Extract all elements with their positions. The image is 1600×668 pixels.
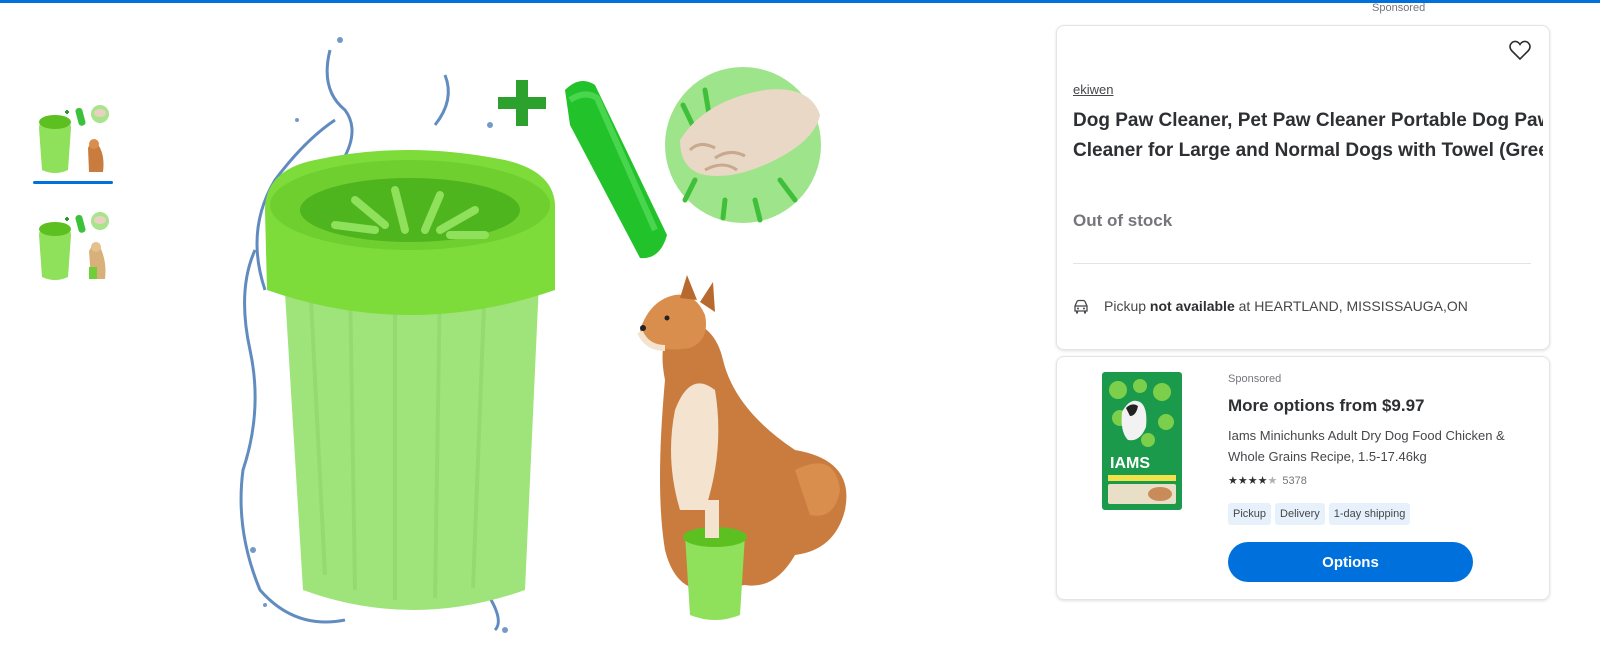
iams-dog-food-bag-image[interactable]: IAMS: [1100, 372, 1184, 512]
options-button[interactable]: Options: [1228, 542, 1473, 582]
ad-description[interactable]: Iams Minichunks Adult Dry Dog Food Chick…: [1228, 425, 1528, 467]
top-progress-bar: [0, 0, 1600, 3]
chip-shipping: 1-day shipping: [1328, 503, 1411, 525]
paw-cleaner-cup-with-dog-thumbnail: [33, 100, 113, 180]
heart-icon[interactable]: [1508, 38, 1532, 62]
thumbnail-2[interactable]: [33, 207, 113, 287]
ad-description-line-2: Whole Grains Recipe, 1.5-17.46kg: [1228, 449, 1427, 464]
star-icon: ★: [1257, 475, 1268, 487]
brand-link[interactable]: ekiwen: [1073, 82, 1113, 97]
paw-cleaner-cup-towel-shiba-image: [239, 37, 847, 633]
pickup-availability: Pickup not available at HEARTLAND, MISSI…: [1104, 298, 1468, 314]
ad-description-line-1: Iams Minichunks Adult Dry Dog Food Chick…: [1228, 428, 1505, 443]
sponsored-label-top: Sponsored: [1372, 2, 1426, 14]
svg-text:IAMS: IAMS: [1110, 455, 1150, 472]
star-icon: ★: [1228, 475, 1238, 487]
car-icon: [1074, 299, 1088, 314]
pickup-location: at HEARTLAND, MISSISSAUGA,ON: [1238, 298, 1468, 314]
half-star-icon: ★: [1267, 475, 1278, 487]
selected-thumbnail-indicator: [33, 181, 113, 184]
star-icon: ★: [1247, 475, 1258, 487]
pickup-status: not available: [1149, 298, 1235, 314]
divider: [1073, 263, 1531, 264]
rating-stars: ★ ★ ★ ★ ★ 5378: [1228, 474, 1307, 488]
chip-pickup: Pickup: [1228, 503, 1272, 525]
ad-sponsored-label: Sponsored: [1228, 373, 1282, 385]
stock-status: Out of stock: [1073, 211, 1173, 230]
product-title: Dog Paw Cleaner, Pet Paw Cleaner Portabl…: [1073, 106, 1543, 166]
product-title-line-1: Dog Paw Cleaner, Pet Paw Cleaner Portabl…: [1073, 110, 1543, 131]
thumbnail-1[interactable]: [33, 100, 113, 184]
ad-title[interactable]: More options from $9.97: [1228, 396, 1424, 416]
product-title-line-2: Cleaner for Large and Normal Dogs with T…: [1073, 140, 1543, 161]
fulfillment-chips: Pickup Delivery 1-day shipping: [1228, 503, 1411, 525]
pickup-prefix: Pickup: [1104, 298, 1147, 314]
star-icon: ★: [1237, 475, 1248, 487]
paw-cleaner-cup-with-golden-dog-thumbnail: [33, 207, 113, 287]
review-count: 5378: [1282, 474, 1307, 487]
chip-delivery: Delivery: [1275, 503, 1325, 525]
